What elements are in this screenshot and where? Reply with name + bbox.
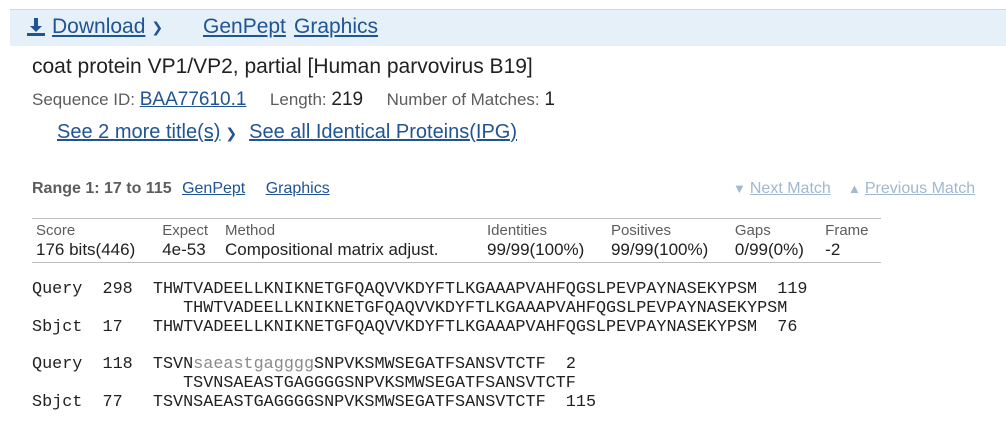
match-line: THWTVADEELLKNIKNETGFQAQVVKDYFTLKGAAAPVAH…	[183, 299, 788, 318]
genpept-link[interactable]: GenPept	[203, 15, 286, 39]
query-start: 118	[102, 355, 133, 374]
alignment-stats-table: Score Expect Method Identities Positives…	[32, 218, 881, 263]
matches-value: 1	[544, 89, 555, 110]
more-links: See 2 more title(s) ❯ See all Identical Pr…	[57, 121, 517, 144]
query-sequence: THWTVADEELLKNIKNETGFQAQVVKDYFTLKGAAAPVAH…	[152, 280, 758, 299]
expect-value: 4e-53	[162, 240, 206, 259]
identities-header: Identities	[486, 221, 548, 239]
gaps-header: Gaps	[734, 221, 771, 239]
next-match-label: Next Match	[749, 180, 831, 197]
query-start: 298	[102, 280, 133, 299]
sbjct-sequence: TSVNSAEASTGAGGGGSNPVKSMWSEGATFSANSVTCTF	[152, 393, 546, 412]
alignment-block: Query 298 THWTVADEELLKNIKNETGFQAQVVKDYFT…	[32, 280, 808, 337]
more-titles-link[interactable]: See 2 more title(s)	[57, 121, 220, 143]
range-label: Range 1: 17 to 115	[32, 180, 172, 197]
record-meta: Sequence ID: BAA77610.1 Length: 219 Numb…	[32, 89, 555, 111]
sequence-id-label: Sequence ID:	[32, 90, 136, 109]
download-toolbar: Download ❯ GenPept Graphics	[10, 9, 1006, 46]
gaps-value: 0/99(0%)	[734, 240, 804, 259]
sbjct-start: 77	[102, 393, 123, 412]
sbjct-label: Sbjct	[32, 393, 83, 412]
sbjct-label: Sbjct	[32, 318, 83, 337]
method-value: Compositional matrix adjust.	[225, 240, 439, 259]
graphics-link[interactable]: Graphics	[294, 15, 378, 39]
previous-match-label: Previous Match	[864, 180, 976, 197]
sbjct-sequence: THWTVADEELLKNIKNETGFQAQVVKDYFTLKGAAAPVAH…	[152, 318, 758, 337]
chevron-down-icon[interactable]: ❯	[225, 125, 237, 141]
triangle-up-icon: ▲	[848, 181, 861, 196]
expect-header: Expect	[162, 221, 209, 239]
length-label: Length:	[269, 90, 327, 109]
identical-proteins-link[interactable]: See all Identical Proteins(IPG)	[249, 121, 517, 143]
query-sequence-b: SNPVKSMWSEGATFSANSVTCTF	[314, 355, 546, 374]
download-icon	[27, 18, 45, 36]
next-match-link[interactable]: ▼ Next Match	[733, 180, 831, 198]
query-sequence-a: TSVN	[152, 355, 194, 374]
match-line: TSVNSAEASTGAGGGGSNPVKSMWSEGATFSANSVTCTF	[183, 374, 576, 393]
sbjct-start: 17	[102, 318, 123, 337]
positives-value: 99/99(100%)	[610, 240, 709, 259]
frame-value: -2	[825, 240, 841, 259]
stats-header-row: Score Expect Method Identities Positives…	[32, 219, 881, 241]
triangle-down-icon: ▼	[733, 181, 746, 196]
download-label[interactable]: Download	[52, 15, 145, 39]
query-end: 2	[565, 355, 576, 374]
range-graphics-link[interactable]: Graphics	[266, 180, 330, 197]
score-value: 176 bits(446)	[36, 240, 136, 259]
score-header: Score	[36, 221, 76, 239]
frame-header: Frame	[825, 221, 869, 239]
query-lowercase-segment: saeastgagggg	[193, 355, 315, 374]
length-value: 219	[331, 89, 364, 110]
matches-label: Number of Matches:	[386, 90, 540, 109]
range-genpept-link[interactable]: GenPept	[182, 180, 245, 197]
positives-header: Positives	[610, 221, 671, 239]
identities-value: 99/99(100%)	[486, 240, 585, 259]
query-label: Query	[32, 355, 83, 374]
stats-value-row: 176 bits(446) 4e-53 Compositional matrix…	[32, 240, 881, 263]
method-header: Method	[225, 221, 276, 239]
range-header: Range 1: 17 to 115 GenPept Graphics	[32, 180, 330, 198]
alignment-block: Query 118 TSVNsaeastgaggggSNPVKSMWSEGATF…	[32, 355, 596, 412]
previous-match-link[interactable]: ▲ Previous Match	[848, 180, 975, 198]
sbjct-end: 76	[777, 318, 798, 337]
chevron-down-icon: ❯	[151, 18, 164, 35]
query-label: Query	[32, 280, 83, 299]
sbjct-end: 115	[565, 393, 597, 412]
record-title: coat protein VP1/VP2, partial [Human par…	[32, 55, 533, 78]
download-menu[interactable]: Download ❯	[26, 15, 163, 39]
query-end: 119	[777, 280, 808, 299]
sequence-id-link[interactable]: BAA77610.1	[140, 89, 247, 110]
